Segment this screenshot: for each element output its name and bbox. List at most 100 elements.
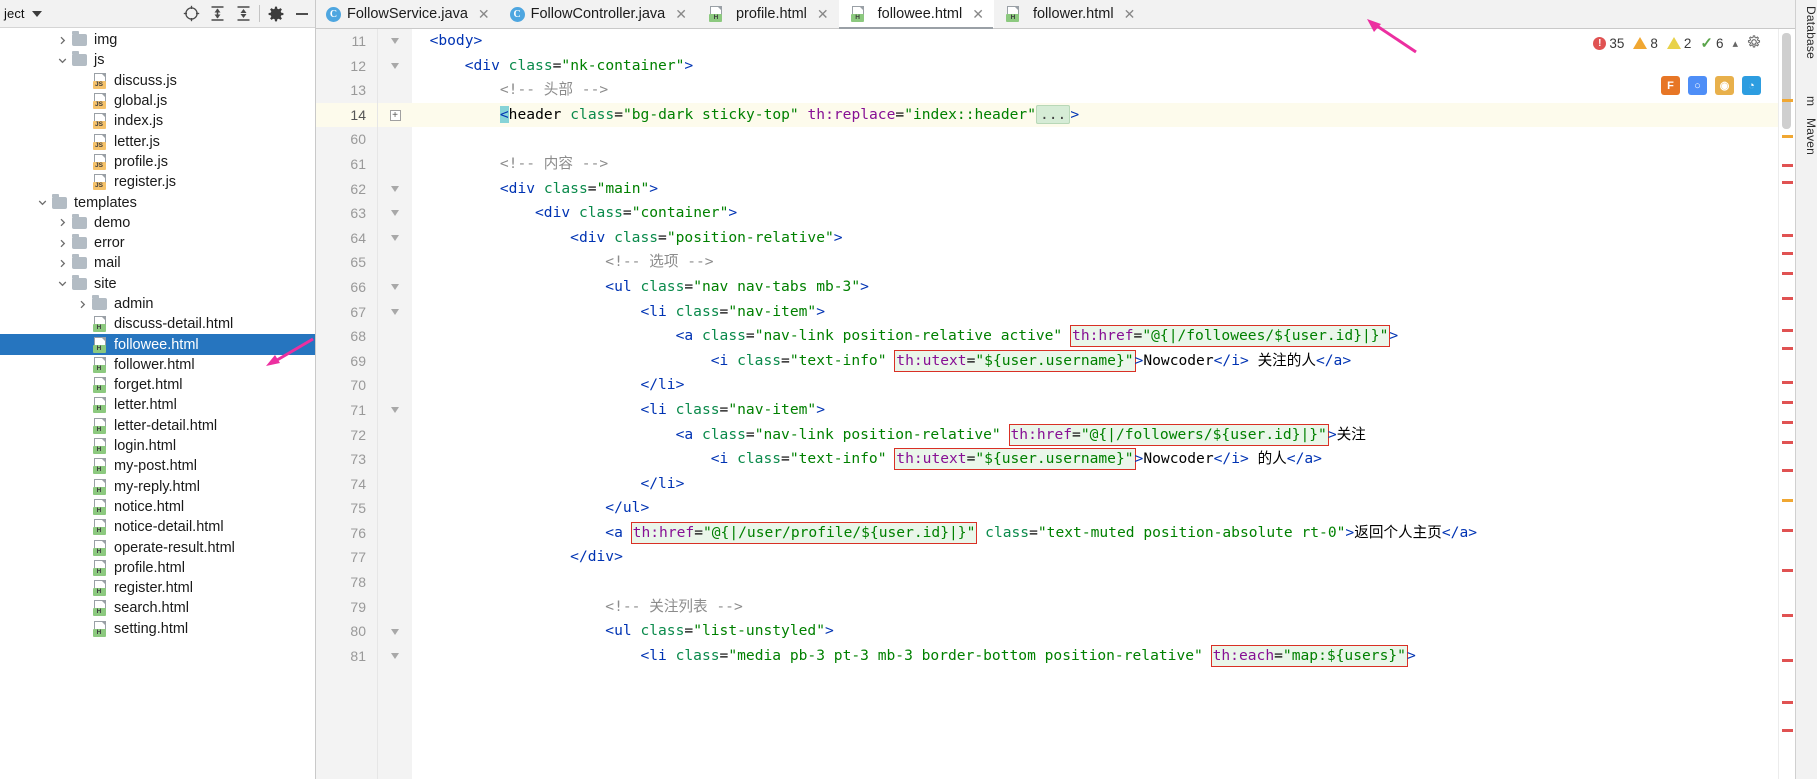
- tree-node-notice-html[interactable]: Hnotice.html: [0, 497, 315, 517]
- highlighted-expression[interactable]: th:href="@{|/followers/${user.id}|}": [1008, 423, 1329, 446]
- code-line[interactable]: <a th:href="@{|/user/profile/${user.id}|…: [412, 521, 1778, 546]
- line-number[interactable]: 13: [316, 78, 377, 103]
- stripe-mark[interactable]: [1782, 272, 1793, 275]
- fold-collapse-icon[interactable]: [391, 185, 399, 192]
- stripe-mark[interactable]: [1782, 421, 1793, 424]
- code-line[interactable]: <a class="nav-link position-relative" th…: [412, 423, 1778, 448]
- line-number[interactable]: 69: [316, 349, 377, 374]
- stripe-mark[interactable]: [1782, 234, 1793, 237]
- stripe-mark[interactable]: [1782, 701, 1793, 704]
- line-number[interactable]: 61: [316, 152, 377, 177]
- stripe-mark[interactable]: [1782, 164, 1793, 167]
- tree-node-profile-html[interactable]: Hprofile.html: [0, 558, 315, 578]
- safari-icon[interactable]: ◉: [1715, 76, 1734, 95]
- stripe-mark[interactable]: [1782, 529, 1793, 532]
- stripe-mark[interactable]: [1782, 252, 1793, 255]
- fold-marker[interactable]: [378, 398, 412, 423]
- warning-count[interactable]: 8: [1633, 36, 1658, 51]
- tree-node-login-html[interactable]: Hlogin.html: [0, 436, 315, 456]
- stripe-mark[interactable]: [1782, 347, 1793, 350]
- stripe-mark[interactable]: [1782, 381, 1793, 384]
- tree-node-discuss-js[interactable]: JS discuss.js: [0, 71, 315, 91]
- editor-tab-followee-html[interactable]: Hfollowee.html ✕: [838, 0, 994, 29]
- line-number[interactable]: 71: [316, 398, 377, 423]
- fold-marker[interactable]: [378, 201, 412, 226]
- rail-item-m[interactable]: m: [1796, 96, 1817, 106]
- tree-node-profile-js[interactable]: JS profile.js: [0, 152, 315, 172]
- code-content[interactable]: <body> <div class="nk-container"> <!-- 头…: [412, 29, 1778, 779]
- firefox-icon[interactable]: F: [1661, 76, 1680, 95]
- line-number[interactable]: 60: [316, 127, 377, 152]
- code-line[interactable]: <li class="nav-item">: [412, 398, 1778, 423]
- code-line[interactable]: </li>: [412, 472, 1778, 497]
- folded-code-placeholder[interactable]: ...: [1035, 104, 1071, 124]
- tree-node-mail[interactable]: mail: [0, 253, 315, 273]
- tree-node-img[interactable]: img: [0, 30, 315, 50]
- editor-tab-follower-html[interactable]: Hfollower.html ✕: [994, 0, 1145, 28]
- line-number-gutter[interactable]: 11 12 13 14 60 61 62 63 64 65 66 67 68 69 70 71 72 73 74 75…: [316, 29, 378, 779]
- tree-node-site[interactable]: site: [0, 274, 315, 294]
- edge-icon[interactable]: ◔: [1742, 76, 1761, 95]
- tree-node-discuss-detail-html[interactable]: Hdiscuss-detail.html: [0, 314, 315, 334]
- fold-collapse-icon[interactable]: [391, 308, 399, 315]
- fold-expand-icon[interactable]: +: [389, 109, 401, 121]
- stripe-mark[interactable]: [1782, 614, 1793, 617]
- line-number[interactable]: 11: [316, 29, 377, 54]
- tree-node-forget-html[interactable]: Hforget.html: [0, 375, 315, 395]
- tree-node-search-html[interactable]: Hsearch.html: [0, 598, 315, 618]
- highlighted-expression[interactable]: th:href="@{|/followees/${user.id}|}": [1070, 325, 1391, 348]
- chevron-right-icon[interactable]: [54, 259, 70, 268]
- fold-marker[interactable]: [378, 29, 412, 54]
- chevron-right-icon[interactable]: [54, 36, 70, 45]
- rail-item-database[interactable]: Database: [1796, 6, 1817, 59]
- tree-node-followee-html[interactable]: Hfollowee.html: [0, 334, 315, 355]
- chevron-down-icon[interactable]: [31, 10, 42, 17]
- code-line[interactable]: </div>: [412, 545, 1778, 570]
- tree-node-error[interactable]: error: [0, 233, 315, 253]
- line-number[interactable]: 80: [316, 619, 377, 644]
- stripe-mark[interactable]: [1782, 329, 1793, 332]
- stripe-mark[interactable]: [1782, 297, 1793, 300]
- code-line[interactable]: <!-- 头部 -->: [412, 78, 1778, 103]
- line-number[interactable]: 77: [316, 545, 377, 570]
- fold-marker[interactable]: [378, 177, 412, 202]
- chevron-right-icon[interactable]: [74, 300, 90, 309]
- tree-node-js[interactable]: js: [0, 50, 315, 70]
- code-line[interactable]: <a class="nav-link position-relative act…: [412, 324, 1778, 349]
- code-editor[interactable]: 11 12 13 14 60 61 62 63 64 65 66 67 68 69 70 71 72 73 74 75…: [316, 29, 1778, 779]
- code-line[interactable]: <header class="bg-dark sticky-top" th:re…: [412, 102, 1778, 128]
- close-icon[interactable]: ✕: [1124, 7, 1136, 21]
- stripe-mark[interactable]: [1782, 181, 1793, 184]
- tree-node-my-reply-html[interactable]: Hmy-reply.html: [0, 477, 315, 497]
- chevron-down-icon[interactable]: [54, 56, 70, 65]
- fold-collapse-icon[interactable]: [391, 628, 399, 635]
- close-icon[interactable]: ✕: [972, 7, 984, 21]
- code-line[interactable]: <!-- 内容 -->: [412, 152, 1778, 177]
- code-line[interactable]: <i class="text-info" th:utext="${user.us…: [412, 447, 1778, 472]
- line-number[interactable]: 66: [316, 275, 377, 300]
- weak-warning-count[interactable]: 2: [1666, 36, 1691, 51]
- locate-icon[interactable]: [178, 1, 204, 27]
- tree-node-setting-html[interactable]: Hsetting.html: [0, 619, 315, 639]
- code-line[interactable]: <li class="nav-item">: [412, 300, 1778, 325]
- stripe-mark[interactable]: [1782, 569, 1793, 572]
- right-tool-rail[interactable]: Database m Maven: [1795, 0, 1817, 779]
- line-number[interactable]: 79: [316, 595, 377, 620]
- tree-node-letter-html[interactable]: Hletter.html: [0, 395, 315, 415]
- chrome-icon[interactable]: ○: [1688, 76, 1707, 95]
- tree-node-demo[interactable]: demo: [0, 213, 315, 233]
- code-line[interactable]: <i class="text-info" th:utext="${user.us…: [412, 349, 1778, 374]
- tree-node-global-js[interactable]: JS global.js: [0, 91, 315, 111]
- line-number[interactable]: 62: [316, 177, 377, 202]
- stripe-mark[interactable]: [1782, 441, 1793, 444]
- line-number[interactable]: 64: [316, 226, 377, 251]
- inspection-widget[interactable]: ! 35 8 2 ✓ 6 ▴: [1593, 34, 1761, 52]
- line-number[interactable]: 70: [316, 373, 377, 398]
- fold-marker[interactable]: [378, 275, 412, 300]
- line-number[interactable]: 81: [316, 644, 377, 669]
- fold-collapse-icon[interactable]: [391, 62, 399, 69]
- chevron-up-icon[interactable]: ▴: [1732, 37, 1738, 50]
- code-line[interactable]: <div class="container">: [412, 201, 1778, 226]
- code-line[interactable]: <ul class="nav nav-tabs mb-3">: [412, 275, 1778, 300]
- project-file-tree[interactable]: img js JS discuss.js JS global.js JS index.js JS…: [0, 28, 315, 779]
